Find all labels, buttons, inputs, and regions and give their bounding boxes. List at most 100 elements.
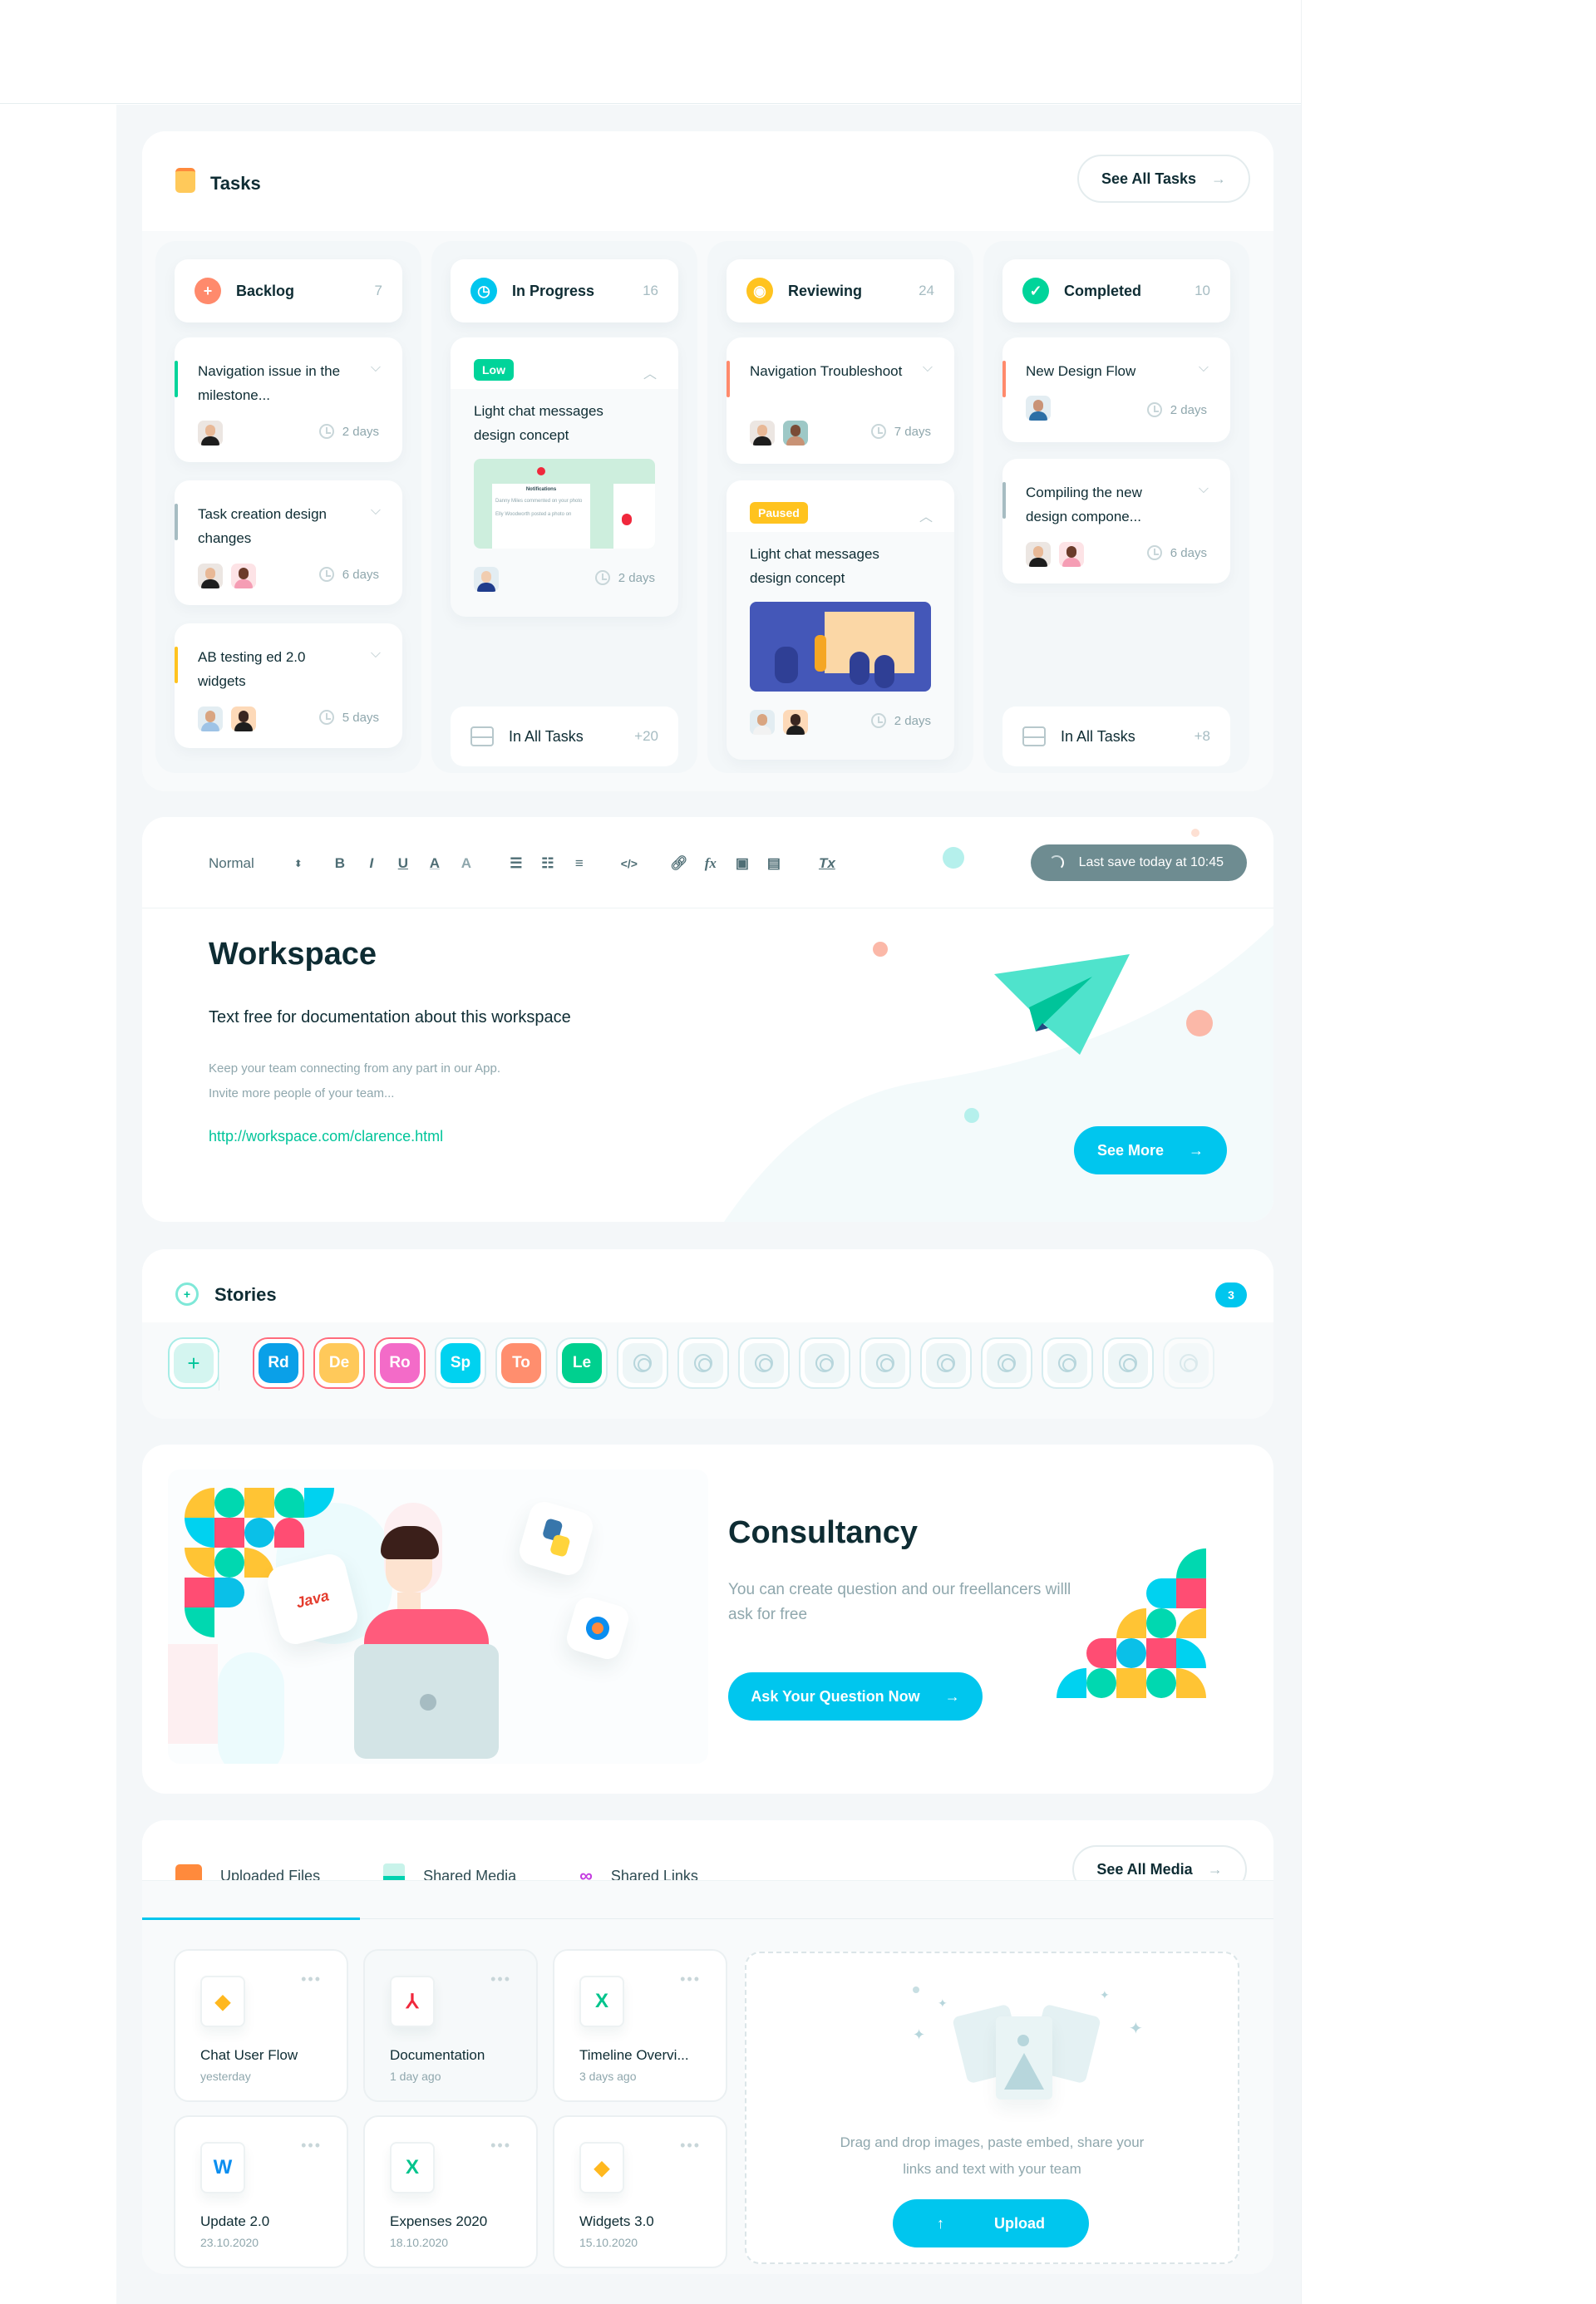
task-card[interactable]: Navigation Troubleshoot ⌵ 7 days <box>727 337 954 464</box>
file-card[interactable]: X ••• Expenses 2020 18.10.2020 <box>363 2115 538 2268</box>
task-card[interactable]: Compiling the new design compone... ⌵ 6 … <box>1002 459 1230 583</box>
highlight-button[interactable]: A <box>451 852 482 875</box>
in-all-tasks-button[interactable]: In All Tasks +8 <box>1002 706 1230 766</box>
story-item[interactable]: Sp <box>435 1337 486 1389</box>
story-item[interactable]: De <box>313 1337 365 1389</box>
text-color-button[interactable]: A <box>419 852 451 875</box>
workspace-link[interactable]: http://workspace.com/clarence.html <box>209 1128 443 1145</box>
chevron-down-icon[interactable]: ⌵ <box>1199 482 1209 497</box>
ask-question-button[interactable]: Ask Your Question Now → <box>728 1672 983 1721</box>
task-card[interactable]: AB testing ed 2.0 widgets ⌵ 5 days <box>175 623 402 748</box>
column-header-in-progress[interactable]: ◷ In Progress 16 <box>451 259 678 322</box>
mosaic-tile <box>214 1488 244 1518</box>
more-options-icon[interactable]: ••• <box>301 1971 322 1988</box>
chevron-down-icon[interactable]: ⌵ <box>371 504 381 519</box>
mosaic-tile <box>1116 1668 1146 1698</box>
story-placeholder[interactable] <box>677 1337 729 1389</box>
add-story-button[interactable]: + <box>168 1337 219 1389</box>
file-card[interactable]: X ••• Timeline Overvi... 3 days ago <box>553 1949 727 2102</box>
story-placeholder[interactable] <box>1102 1337 1154 1389</box>
link-icon[interactable]: 🔗︎ <box>663 852 695 875</box>
video-icon[interactable]: ▤ <box>758 852 790 875</box>
code-icon[interactable]: </> <box>613 852 645 875</box>
task-card[interactable]: Navigation issue in the milestone... ⌵ 2… <box>175 337 402 462</box>
story-placeholder[interactable] <box>860 1337 911 1389</box>
story-item[interactable]: Le <box>556 1337 608 1389</box>
chevron-down-icon[interactable]: ⌵ <box>371 361 381 376</box>
consultancy-illustration: Java <box>168 1470 708 1764</box>
see-all-tasks-button[interactable]: See All Tasks → <box>1077 155 1250 203</box>
formula-icon[interactable]: fx <box>695 852 727 875</box>
story-item[interactable]: Rd <box>253 1337 304 1389</box>
task-card-expanded[interactable]: Low ︿ Light chat messages design concept… <box>451 337 678 617</box>
story-placeholder[interactable] <box>1163 1337 1214 1389</box>
story-placeholder[interactable] <box>1042 1337 1093 1389</box>
chevron-down-icon[interactable]: ⌵ <box>923 361 933 376</box>
file-card[interactable]: ⅄ ••• Documentation 1 day ago <box>363 1949 538 2102</box>
image-icon[interactable]: ▣ <box>727 852 758 875</box>
in-all-tasks-button[interactable]: In All Tasks +20 <box>451 706 678 766</box>
chevron-up-icon[interactable]: ︿ <box>919 505 933 525</box>
chevron-down-icon[interactable]: ⌵ <box>1199 361 1209 376</box>
story-placeholder[interactable] <box>617 1337 668 1389</box>
mosaic-tile <box>185 1548 214 1578</box>
bold-button[interactable]: B <box>324 852 356 875</box>
story-item[interactable]: Ro <box>374 1337 426 1389</box>
story-item[interactable]: To <box>495 1337 547 1389</box>
chevron-up-icon[interactable]: ︿ <box>643 362 657 382</box>
task-card[interactable]: Task creation design changes ⌵ 6 days <box>175 480 402 605</box>
priority-bar <box>727 361 730 397</box>
align-button[interactable]: ≡ <box>564 852 595 875</box>
python-badge <box>515 1498 597 1579</box>
story-placeholder[interactable] <box>981 1337 1032 1389</box>
mosaic-tile <box>185 1518 214 1548</box>
column-header-completed[interactable]: ✓ Completed 10 <box>1002 259 1230 322</box>
more-options-icon[interactable]: ••• <box>490 2137 511 2154</box>
upload-arrow-icon: ↑ <box>937 2214 944 2232</box>
more-options-icon[interactable]: ••• <box>680 2137 701 2154</box>
chevron-down-icon[interactable]: ⌵ <box>371 647 381 662</box>
bullet-list-button[interactable]: ☷ <box>532 852 564 875</box>
avatar <box>231 706 256 731</box>
text-style-select[interactable]: Normal ⬍ <box>209 855 303 872</box>
file-card[interactable]: ◆ ••• Widgets 3.0 15.10.2020 <box>553 2115 727 2268</box>
ordered-list-button[interactable]: ☰ <box>500 852 532 875</box>
task-card[interactable]: New Design Flow ⌵ 2 days <box>1002 337 1230 442</box>
story-slot <box>805 1343 845 1383</box>
upload-button[interactable]: ↑ Upload <box>893 2199 1089 2247</box>
clear-format-icon[interactable]: Tx <box>811 852 843 875</box>
italic-button[interactable]: I <box>356 852 387 875</box>
editor-content[interactable]: Workspace Text free for documentation ab… <box>142 908 1273 1222</box>
more-options-icon[interactable]: ••• <box>490 1971 511 1988</box>
file-date: 1 day ago <box>390 2070 441 2083</box>
mosaic-tile <box>1086 1638 1116 1668</box>
more-options-icon[interactable]: ••• <box>301 2137 322 2154</box>
underline-button[interactable]: U <box>387 852 419 875</box>
camera-lens-icon <box>815 1354 834 1372</box>
avatar <box>231 564 256 588</box>
task-preview-image: Notifications Danny Miles commented on y… <box>474 459 655 549</box>
due-date: 6 days <box>1146 545 1207 560</box>
story-initials: Ro <box>380 1343 420 1383</box>
file-card[interactable]: ◆ ••• Chat User Flow yesterday <box>174 1949 348 2102</box>
column-header-backlog[interactable]: + Backlog 7 <box>175 259 402 322</box>
clock-icon <box>870 713 886 728</box>
file-card[interactable]: W ••• Update 2.0 23.10.2020 <box>174 2115 348 2268</box>
stories-count-badge: 3 <box>1215 1282 1247 1307</box>
see-more-button[interactable]: See More → <box>1074 1126 1227 1174</box>
task-card-expanded[interactable]: Paused ︿ Light chat messages design conc… <box>727 480 954 760</box>
story-placeholder[interactable] <box>920 1337 972 1389</box>
sketch-file-icon: ◆ <box>200 1976 245 2027</box>
priority-bar <box>1002 482 1006 519</box>
column-header-reviewing[interactable]: ◉ Reviewing 24 <box>727 259 954 322</box>
upload-dropzone[interactable]: ✦ ✦ ✦ ✦ Drag and drop images, paste embe… <box>745 1952 1239 2264</box>
mosaic-tile <box>1146 1668 1176 1698</box>
camera-lens-icon <box>998 1354 1016 1372</box>
story-placeholder[interactable] <box>799 1337 850 1389</box>
story-slot <box>744 1343 784 1383</box>
more-options-icon[interactable]: ••• <box>680 1971 701 1988</box>
task-title: Light chat messages design concept <box>474 403 603 443</box>
story-placeholder[interactable] <box>738 1337 790 1389</box>
column-completed: ✓ Completed 10 New Design Flow ⌵ 2 days … <box>983 241 1249 773</box>
select-arrows-icon: ⬍ <box>293 858 303 869</box>
